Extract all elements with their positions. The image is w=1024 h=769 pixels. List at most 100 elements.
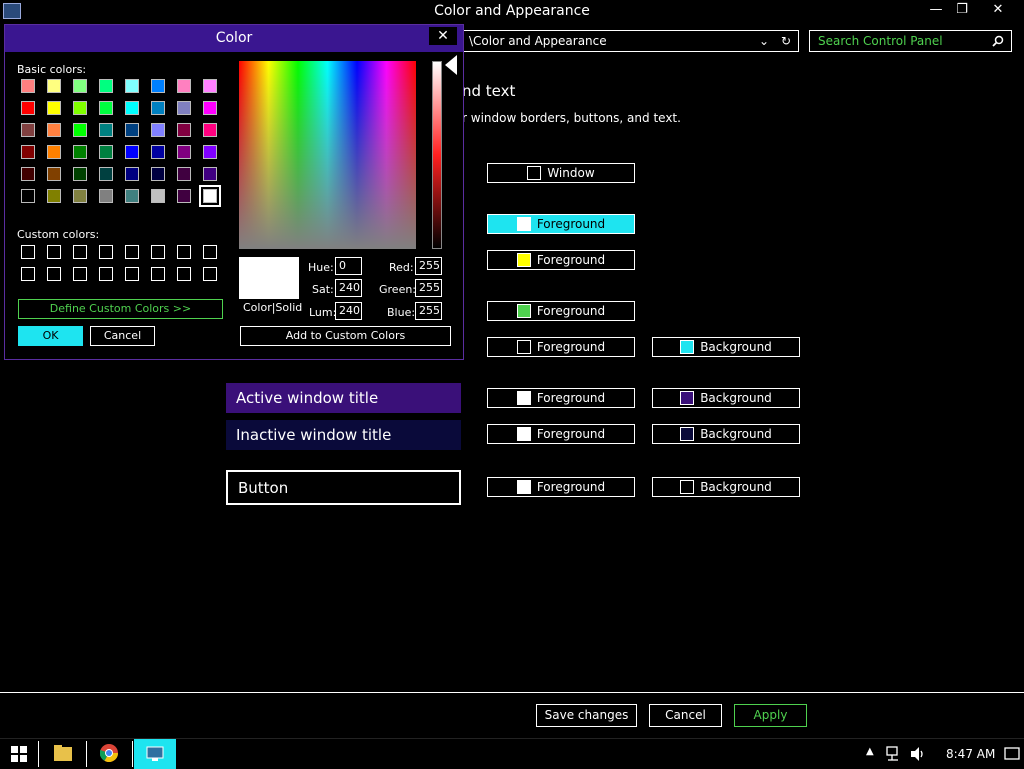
volume-icon[interactable] — [910, 746, 926, 762]
basic-color-swatch[interactable] — [151, 79, 165, 93]
custom-color-swatch[interactable] — [47, 267, 61, 281]
custom-color-swatch[interactable] — [99, 267, 113, 281]
dialog-cancel-button[interactable]: Cancel — [90, 326, 155, 346]
basic-color-swatch[interactable] — [125, 101, 139, 115]
basic-color-swatch[interactable] — [203, 145, 217, 159]
custom-color-swatch[interactable] — [21, 245, 35, 259]
basic-color-swatch[interactable] — [99, 101, 113, 115]
basic-color-swatch[interactable] — [151, 167, 165, 181]
windows-start-icon[interactable] — [11, 746, 27, 762]
color-spectrum[interactable] — [239, 61, 416, 249]
define-custom-colors-button[interactable]: Define Custom Colors >> — [18, 299, 223, 319]
basic-color-swatch[interactable] — [99, 145, 113, 159]
refresh-icon[interactable]: ↻ — [781, 31, 791, 51]
inactive-window-title-sample[interactable]: Inactive window title — [226, 420, 461, 450]
custom-color-swatch[interactable] — [99, 245, 113, 259]
basic-color-swatch[interactable] — [47, 145, 61, 159]
basic-color-swatch[interactable] — [99, 123, 113, 137]
basic-color-swatch[interactable] — [203, 101, 217, 115]
cancel-button[interactable]: Cancel — [649, 704, 722, 727]
basic-color-swatch[interactable] — [99, 167, 113, 181]
notification-icon[interactable] — [1004, 746, 1020, 762]
file-explorer-icon[interactable] — [54, 745, 72, 761]
basic-color-swatch[interactable] — [151, 123, 165, 137]
highlight-foreground-button[interactable]: Foreground — [487, 214, 635, 234]
chrome-icon[interactable] — [100, 744, 118, 762]
basic-color-swatch[interactable] — [151, 145, 165, 159]
hyperlink-foreground-button[interactable]: Foreground — [487, 250, 635, 270]
apply-button[interactable]: Apply — [734, 704, 807, 727]
inactive-title-background-button[interactable]: Background — [652, 424, 800, 444]
basic-color-swatch[interactable] — [73, 123, 87, 137]
control-panel-taskbar-button[interactable] — [134, 739, 176, 769]
basic-color-swatch[interactable] — [125, 145, 139, 159]
dialog-close-button[interactable]: ✕ — [429, 27, 457, 45]
custom-color-swatch[interactable] — [203, 245, 217, 259]
basic-color-swatch[interactable] — [47, 167, 61, 181]
custom-color-swatch[interactable] — [177, 245, 191, 259]
button-background-button[interactable]: Background — [652, 477, 800, 497]
basic-color-swatch[interactable] — [125, 123, 139, 137]
basic-color-swatch[interactable] — [203, 123, 217, 137]
active-title-background-button[interactable]: Background — [652, 388, 800, 408]
basic-color-swatch[interactable] — [21, 167, 35, 181]
basic-color-swatch[interactable] — [177, 101, 191, 115]
basic-color-swatch[interactable] — [73, 167, 87, 181]
custom-color-swatch[interactable] — [151, 245, 165, 259]
basic-color-swatch[interactable] — [47, 79, 61, 93]
basic-color-swatch[interactable] — [177, 167, 191, 181]
button-sample[interactable]: Button — [226, 470, 461, 505]
custom-color-swatch[interactable] — [47, 245, 61, 259]
custom-color-swatch[interactable] — [73, 245, 87, 259]
basic-color-swatch[interactable] — [99, 79, 113, 93]
ok-button[interactable]: OK — [18, 326, 83, 346]
custom-color-swatch[interactable] — [125, 245, 139, 259]
custom-color-swatch[interactable] — [177, 267, 191, 281]
basic-color-swatch[interactable] — [21, 145, 35, 159]
window-color-button[interactable]: Window — [487, 163, 635, 183]
selected-background-button[interactable]: Background — [652, 337, 800, 357]
disabled-foreground-button[interactable]: Foreground — [487, 301, 635, 321]
custom-color-swatch[interactable] — [21, 267, 35, 281]
basic-color-swatch[interactable] — [47, 123, 61, 137]
basic-color-swatch[interactable] — [47, 101, 61, 115]
basic-color-swatch[interactable] — [73, 189, 87, 203]
save-changes-button[interactable]: Save changes — [536, 704, 637, 727]
search-icon[interactable] — [992, 35, 1004, 47]
show-hidden-icons-icon[interactable]: ▲ — [866, 746, 874, 757]
basic-color-swatch[interactable] — [203, 79, 217, 93]
close-button[interactable]: ✕ — [982, 0, 1014, 22]
basic-color-swatch[interactable] — [203, 167, 217, 181]
basic-color-swatch[interactable] — [21, 101, 35, 115]
basic-color-swatch[interactable] — [47, 189, 61, 203]
basic-color-swatch[interactable] — [177, 145, 191, 159]
basic-color-swatch[interactable] — [73, 79, 87, 93]
clock[interactable]: 8:47 AM — [946, 747, 995, 761]
address-bar[interactable]: \Color and Appearance ⌄ ↻ — [462, 30, 799, 52]
chevron-down-icon[interactable]: ⌄ — [759, 31, 769, 51]
basic-color-swatch[interactable] — [125, 167, 139, 181]
lum-input[interactable]: 240 — [335, 302, 362, 320]
green-input[interactable]: 255 — [415, 279, 442, 297]
basic-color-swatch[interactable] — [177, 189, 191, 203]
basic-color-swatch[interactable] — [21, 189, 35, 203]
basic-color-swatch[interactable] — [73, 101, 87, 115]
add-to-custom-colors-button[interactable]: Add to Custom Colors — [240, 326, 451, 346]
restore-button[interactable]: ❐ — [946, 0, 978, 22]
basic-color-swatch[interactable] — [177, 123, 191, 137]
search-input[interactable]: Search Control Panel — [809, 30, 1012, 52]
active-window-title-sample[interactable]: Active window title — [226, 383, 461, 413]
basic-color-swatch[interactable] — [199, 185, 221, 207]
basic-color-swatch[interactable] — [177, 79, 191, 93]
custom-color-swatch[interactable] — [203, 267, 217, 281]
basic-color-swatch[interactable] — [73, 145, 87, 159]
basic-color-swatch[interactable] — [21, 123, 35, 137]
network-icon[interactable] — [886, 746, 902, 762]
basic-color-swatch[interactable] — [125, 189, 139, 203]
custom-color-swatch[interactable] — [73, 267, 87, 281]
basic-color-swatch[interactable] — [21, 79, 35, 93]
custom-color-swatch[interactable] — [151, 267, 165, 281]
luminosity-arrow-icon[interactable] — [445, 55, 457, 75]
active-title-foreground-button[interactable]: Foreground — [487, 388, 635, 408]
sat-input[interactable]: 240 — [335, 279, 362, 297]
